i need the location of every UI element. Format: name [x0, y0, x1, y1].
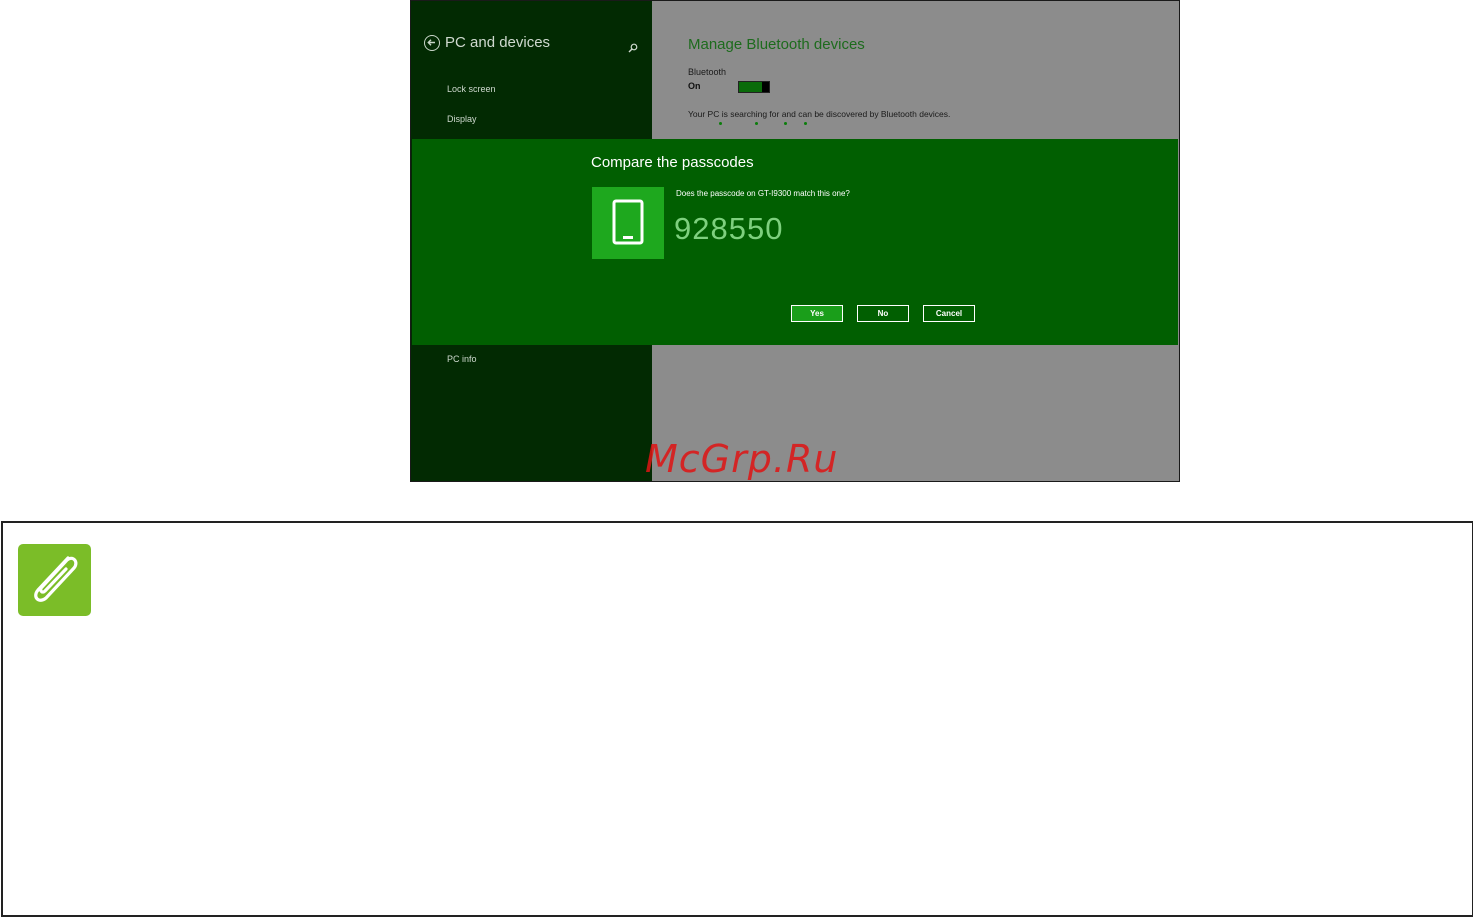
- bluetooth-toggle[interactable]: [738, 81, 770, 93]
- sidebar-header: PC and devices: [424, 34, 550, 51]
- no-button[interactable]: No: [857, 305, 909, 322]
- yes-button[interactable]: Yes: [791, 305, 843, 322]
- watermark: McGrp.Ru: [645, 437, 839, 481]
- toggle-knob: [762, 82, 769, 92]
- progress-dots: [411, 122, 1179, 128]
- passcode: 928550: [674, 211, 784, 246]
- sidebar-item-lock-screen[interactable]: Lock screen: [447, 84, 496, 94]
- search-icon[interactable]: [628, 38, 638, 57]
- dialog-question: Does the passcode on GT-I9300 match this…: [676, 189, 850, 198]
- dialog-title: Compare the passcodes: [591, 154, 754, 171]
- phone-icon: [592, 187, 664, 259]
- screenshot-frame: PC and devices Lock screen Display PC in…: [410, 0, 1180, 482]
- sidebar-item-pc-info[interactable]: PC info: [447, 354, 477, 364]
- back-arrow-icon[interactable]: [424, 34, 440, 51]
- bluetooth-status-text: Your PC is searching for and can be disc…: [688, 109, 951, 119]
- paperclip-icon: [18, 544, 91, 616]
- pairing-dialog: Compare the passcodes Does the passcode …: [412, 139, 1178, 345]
- bluetooth-state: On: [688, 81, 701, 91]
- page-title: Manage Bluetooth devices: [688, 36, 865, 53]
- sidebar-title: PC and devices: [445, 34, 551, 51]
- note-box: [1, 521, 1473, 917]
- cancel-button[interactable]: Cancel: [923, 305, 975, 322]
- bluetooth-label: Bluetooth: [688, 67, 727, 77]
